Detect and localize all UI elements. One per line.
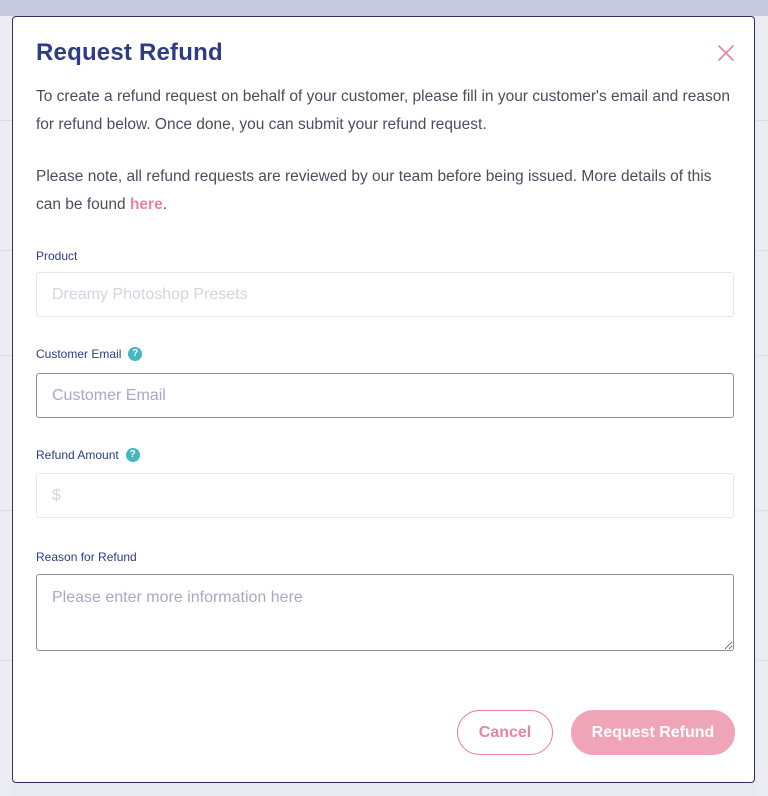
customer-email-label-text: Customer Email: [36, 347, 122, 361]
refund-amount-input: [36, 473, 734, 518]
product-label-text: Product: [36, 249, 78, 263]
refund-amount-label-text: Refund Amount: [36, 448, 119, 462]
customer-email-label: Customer Email ?: [36, 347, 143, 361]
close-icon: [718, 45, 734, 61]
cancel-button[interactable]: Cancel: [457, 710, 553, 755]
reason-textarea[interactable]: [36, 574, 734, 651]
backdrop-divider: [0, 510, 12, 511]
backdrop-divider: [757, 355, 768, 356]
page-backdrop-left: [0, 16, 12, 796]
product-label: Product: [36, 249, 77, 263]
review-note-end: .: [162, 196, 168, 213]
details-link[interactable]: here: [130, 196, 163, 213]
backdrop-divider: [0, 660, 12, 661]
review-note: Please note, all refund requests are rev…: [36, 163, 736, 219]
modal-title: Request Refund: [36, 39, 223, 66]
close-button[interactable]: [716, 43, 736, 63]
page-backdrop-header: [0, 0, 768, 16]
backdrop-divider: [0, 250, 12, 251]
backdrop-divider: [0, 120, 12, 121]
intro-text: To create a refund request on behalf of …: [36, 88, 730, 133]
reason-label-text: Reason for Refund: [36, 550, 137, 564]
request-refund-modal: Request Refund To create a refund reques…: [12, 16, 755, 783]
backdrop-divider: [757, 250, 768, 251]
page-backdrop-right: [757, 16, 768, 796]
backdrop-divider: [757, 660, 768, 661]
customer-email-input[interactable]: [36, 373, 734, 418]
question-mark-icon[interactable]: ?: [125, 448, 140, 462]
backdrop-divider: [757, 510, 768, 511]
backdrop-divider: [757, 120, 768, 121]
request-refund-button[interactable]: Request Refund: [571, 710, 735, 755]
refund-amount-label: Refund Amount ?: [36, 448, 140, 462]
product-input: [36, 272, 734, 317]
reason-label: Reason for Refund: [36, 550, 137, 564]
question-mark-icon[interactable]: ?: [128, 347, 143, 361]
backdrop-divider: [0, 355, 12, 356]
